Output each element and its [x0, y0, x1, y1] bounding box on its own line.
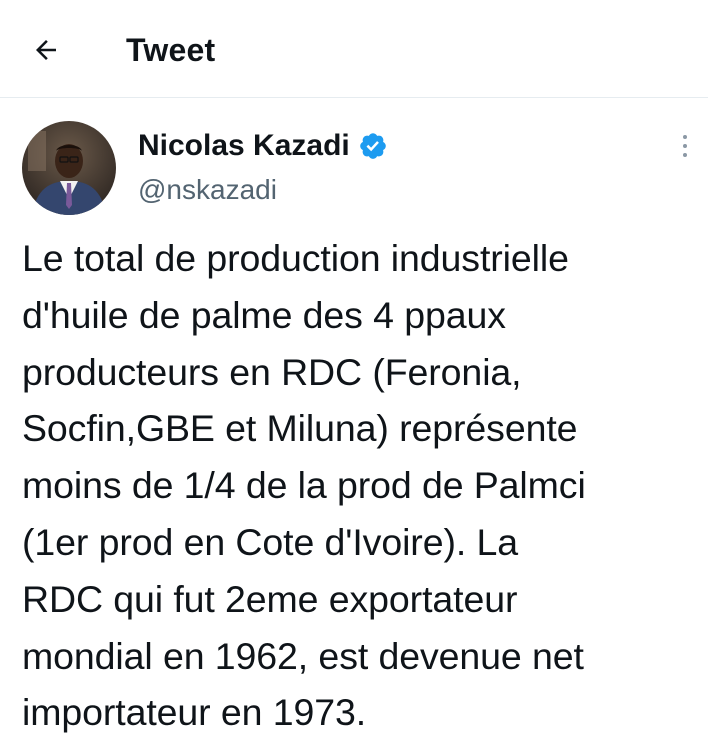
- arrow-left-icon: [31, 35, 61, 70]
- page-title: Tweet: [126, 32, 216, 68]
- more-vertical-icon: [680, 133, 690, 164]
- tweet-text: Le total de production industrielle d'hu…: [22, 237, 586, 734]
- top-bar: Tweet: [0, 0, 708, 98]
- author-name[interactable]: Nicolas Kazadi: [138, 128, 388, 164]
- back-button[interactable]: [22, 28, 70, 76]
- author-handle[interactable]: @nskazadi: [138, 172, 277, 208]
- author-name-text: Nicolas Kazadi: [138, 129, 350, 162]
- verified-badge-icon: [358, 131, 388, 161]
- avatar[interactable]: [22, 121, 116, 215]
- more-button[interactable]: [670, 130, 700, 166]
